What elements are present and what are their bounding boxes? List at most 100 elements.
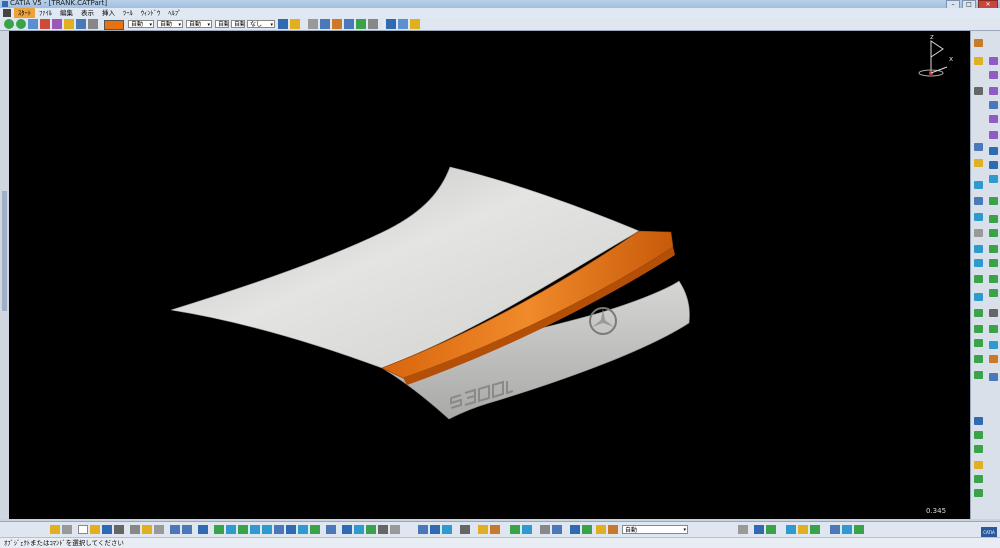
- tool-icon[interactable]: [754, 525, 764, 534]
- tool-icon[interactable]: [974, 39, 983, 47]
- tool-icon[interactable]: [974, 197, 983, 205]
- snap-icon[interactable]: [28, 19, 38, 29]
- pan-icon[interactable]: [226, 525, 236, 534]
- pen-icon[interactable]: [40, 19, 50, 29]
- menu-tools[interactable]: ﾂｰﾙ: [119, 8, 137, 18]
- tool-icon[interactable]: [842, 525, 852, 534]
- menu-icon[interactable]: [3, 9, 11, 17]
- tool-icon[interactable]: [478, 525, 488, 534]
- copy-icon[interactable]: [142, 525, 152, 534]
- tool-icon[interactable]: [50, 525, 60, 534]
- layer-select[interactable]: 自動: [231, 20, 245, 28]
- tool-icon[interactable]: [989, 57, 998, 65]
- tool-icon[interactable]: [989, 355, 998, 363]
- tool-icon[interactable]: [766, 525, 776, 534]
- tool-icon[interactable]: [974, 445, 983, 453]
- tool-icon[interactable]: [989, 245, 998, 253]
- cut-icon[interactable]: [130, 525, 140, 534]
- tool-icon[interactable]: [490, 525, 500, 534]
- menu-help[interactable]: ﾍﾙﾌﾟ: [164, 8, 185, 18]
- normal-view-icon[interactable]: [274, 525, 284, 534]
- tool-icon[interactable]: [974, 417, 983, 425]
- sketch-icon[interactable]: [332, 19, 342, 29]
- camera-icon[interactable]: [390, 525, 400, 534]
- tool-icon[interactable]: [989, 215, 998, 223]
- tool-icon[interactable]: [510, 525, 520, 534]
- tool-icon[interactable]: [608, 525, 618, 534]
- tool-icon[interactable]: [989, 259, 998, 267]
- tool-icon[interactable]: [418, 525, 428, 534]
- rotate-icon[interactable]: [238, 525, 248, 534]
- analysis-icon[interactable]: [366, 525, 376, 534]
- tool-icon[interactable]: [442, 525, 452, 534]
- tool-icon[interactable]: [582, 525, 592, 534]
- tool-icon[interactable]: [974, 325, 983, 333]
- left-scrollbar[interactable]: [0, 31, 9, 519]
- tool-icon[interactable]: [460, 525, 470, 534]
- tool-icon[interactable]: [974, 489, 983, 497]
- tool-icon[interactable]: [854, 525, 864, 534]
- tool-icon[interactable]: [989, 115, 998, 123]
- tool-icon[interactable]: [974, 213, 983, 221]
- menu-insert[interactable]: 挿入: [98, 8, 119, 18]
- display-mode-select[interactable]: 自動 ▾: [622, 525, 688, 534]
- tool-icon[interactable]: [974, 143, 983, 151]
- tool-icon[interactable]: [974, 339, 983, 347]
- fit-all-icon[interactable]: [214, 525, 224, 534]
- move-icon[interactable]: [16, 19, 26, 29]
- line-weight-select[interactable]: 自動 ▾: [157, 20, 183, 28]
- tool-icon[interactable]: [552, 525, 562, 534]
- tool-icon[interactable]: [430, 525, 440, 534]
- tool-icon[interactable]: [974, 259, 983, 267]
- tool-icon[interactable]: [989, 87, 998, 95]
- menu-edit[interactable]: 編集: [56, 8, 77, 18]
- curve-icon[interactable]: [320, 19, 330, 29]
- tool-icon[interactable]: [989, 101, 998, 109]
- tool-icon[interactable]: [540, 525, 550, 534]
- render-style-select[interactable]: なし ▾: [247, 20, 275, 28]
- menu-start[interactable]: ｽﾀｰﾄ: [14, 8, 35, 18]
- measure-icon[interactable]: [76, 19, 86, 29]
- tool-icon[interactable]: [974, 245, 983, 253]
- color-swatch[interactable]: [104, 20, 124, 30]
- tool-icon[interactable]: [522, 525, 532, 534]
- tool-icon[interactable]: [989, 275, 998, 283]
- move-icon[interactable]: [4, 19, 14, 29]
- tool-icon[interactable]: [830, 525, 840, 534]
- tool-icon[interactable]: [974, 309, 983, 317]
- tool-icon[interactable]: [989, 131, 998, 139]
- tool-icon[interactable]: [989, 229, 998, 237]
- line-type-select[interactable]: 自動 ▾: [186, 20, 212, 28]
- tool-icon[interactable]: [989, 147, 998, 155]
- tool-icon[interactable]: [810, 525, 820, 534]
- plane-icon[interactable]: [344, 19, 354, 29]
- tool-icon[interactable]: [989, 289, 998, 297]
- paint-icon[interactable]: [278, 19, 288, 29]
- redo-icon[interactable]: [182, 525, 192, 534]
- fly-icon[interactable]: [342, 525, 352, 534]
- app-icon[interactable]: [2, 1, 8, 7]
- light-icon[interactable]: [378, 525, 388, 534]
- tool-icon[interactable]: [989, 175, 998, 183]
- tool-icon[interactable]: [989, 341, 998, 349]
- tool-icon[interactable]: [786, 525, 796, 534]
- undo-icon[interactable]: [170, 525, 180, 534]
- tool-icon[interactable]: [974, 475, 983, 483]
- tool-icon[interactable]: [989, 309, 998, 317]
- tool-icon[interactable]: [62, 525, 72, 534]
- print-icon[interactable]: [114, 525, 124, 534]
- tool-icon[interactable]: [974, 229, 983, 237]
- 3d-viewport[interactable]: z x: [9, 31, 970, 519]
- tool-icon[interactable]: [974, 159, 983, 167]
- shading-icon[interactable]: [298, 525, 308, 534]
- help-icon[interactable]: [198, 525, 208, 534]
- iso-view-icon[interactable]: [286, 525, 296, 534]
- zoom-in-icon[interactable]: [250, 525, 260, 534]
- analysis-icon[interactable]: [52, 19, 62, 29]
- highlight-icon[interactable]: [64, 19, 74, 29]
- menu-window[interactable]: ｳｨﾝﾄﾞｳ: [137, 8, 165, 18]
- tool-icon[interactable]: [974, 275, 983, 283]
- workbench-icon[interactable]: [398, 19, 408, 29]
- tool-icon[interactable]: [974, 87, 983, 95]
- tool-icon[interactable]: [570, 525, 580, 534]
